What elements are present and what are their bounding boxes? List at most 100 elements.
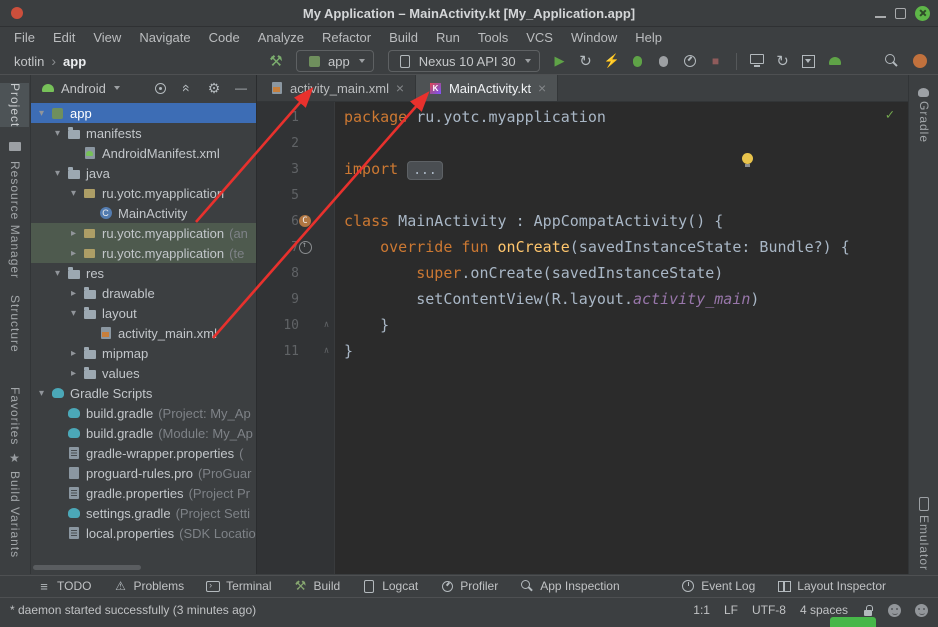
menu-window[interactable]: Window (562, 30, 626, 45)
tree-item-gradle-scripts[interactable]: ▾Gradle Scripts (31, 383, 256, 403)
code-line-7[interactable]: override fun onCreate(savedInstanceState… (344, 234, 908, 260)
code-line-9[interactable]: setContentView(R.layout.activity_main) (344, 286, 908, 312)
tree-item-proguard-rules-pro[interactable]: proguard-rules.pro(ProGuar (31, 463, 256, 483)
intention-bulb-icon[interactable] (742, 153, 753, 164)
tool-button-terminal[interactable]: Terminal (205, 578, 271, 594)
close-button[interactable] (915, 6, 930, 21)
override-gutter-icon[interactable] (299, 241, 312, 254)
folder-icon[interactable] (0, 137, 29, 155)
maximize-button[interactable] (895, 8, 906, 19)
chevron-right-icon[interactable]: ▸ (67, 228, 80, 239)
fold-marker-icon[interactable] (320, 346, 333, 356)
code-line-3[interactable]: import ... (344, 156, 908, 182)
code-area[interactable]: package ru.yotc.myapplication import ... c… (336, 102, 908, 574)
gear-icon[interactable] (206, 80, 222, 96)
build-hammer-icon[interactable] (264, 49, 288, 73)
gradle-icon[interactable] (909, 83, 938, 101)
menu-file[interactable]: File (5, 30, 44, 45)
menu-tools[interactable]: Tools (469, 30, 517, 45)
scrollbar-thumb[interactable] (33, 565, 141, 570)
class-gutter-icon[interactable] (299, 215, 311, 227)
tree-item-ru-yotc-myapplication[interactable]: ▸ru.yotc.myapplication(an (31, 223, 256, 243)
chevron-down-icon[interactable]: ▾ (67, 308, 80, 319)
chevron-down-icon[interactable]: ▾ (51, 268, 64, 279)
collapse-all-icon[interactable] (179, 80, 195, 96)
menu-analyze[interactable]: Analyze (249, 30, 313, 45)
debug-icon[interactable] (626, 49, 650, 73)
stripe-tab-gradle[interactable]: Gradle (909, 101, 938, 143)
title-bar[interactable]: My Application – MainActivity.kt [My_App… (0, 0, 938, 27)
sdk-manager-icon[interactable] (797, 49, 821, 73)
tree-item-java[interactable]: ▾java (31, 163, 256, 183)
tree-item-activity-main-xml[interactable]: activity_main.xml (31, 323, 256, 343)
fold-marker-icon[interactable] (320, 320, 333, 330)
menu-build[interactable]: Build (380, 30, 427, 45)
avd-manager-icon[interactable] (823, 49, 847, 73)
breadcrumb-module[interactable]: kotlin (14, 54, 44, 69)
stripe-tab-emulator[interactable]: Emulator (909, 515, 938, 571)
tool-button-profiler[interactable]: Profiler (439, 578, 498, 594)
menu-navigate[interactable]: Navigate (130, 30, 199, 45)
tool-button-build[interactable]: Build (293, 578, 341, 594)
tree-item-mipmap[interactable]: ▸mipmap (31, 343, 256, 363)
menu-refactor[interactable]: Refactor (313, 30, 380, 45)
tree-item-ru-yotc-myapplication[interactable]: ▸ru.yotc.myapplication(te (31, 243, 256, 263)
tree-item-manifests[interactable]: ▾manifests (31, 123, 256, 143)
caret-position[interactable]: 1:1 (693, 603, 710, 617)
apply-code-changes-icon[interactable] (600, 49, 624, 73)
attach-debugger-icon[interactable] (652, 49, 676, 73)
tool-button-layout-inspector[interactable]: Layout Inspector (776, 578, 886, 594)
code-line-10[interactable]: } (344, 312, 908, 338)
tab-activity-main-xml[interactable]: activity_main.xml (257, 75, 416, 101)
chevron-down-icon[interactable]: ▾ (35, 388, 48, 399)
chevron-right-icon[interactable]: ▸ (67, 288, 80, 299)
project-view-selector[interactable]: Android (61, 81, 106, 96)
stripe-tab-favorites[interactable]: Favorites (0, 387, 29, 445)
tool-button-event-log[interactable]: Event Log (680, 578, 755, 594)
code-line-11[interactable]: } (344, 338, 908, 364)
search-everywhere-icon[interactable] (880, 49, 904, 73)
tree-item-build-gradle[interactable]: build.gradle(Module: My_Ap (31, 423, 256, 443)
breadcrumb-app[interactable]: app (63, 54, 86, 69)
code-line-1[interactable]: package ru.yotc.myapplication (344, 104, 908, 130)
chevron-down-icon[interactable]: ▾ (67, 188, 80, 199)
stripe-tab-structure[interactable]: Structure (0, 295, 29, 353)
tree-item-values[interactable]: ▸values (31, 363, 256, 383)
tool-button-logcat[interactable]: Logcat (361, 578, 418, 594)
indent-setting[interactable]: 4 spaces (800, 603, 848, 617)
tree-item-app[interactable]: ▾app (31, 103, 256, 123)
tree-item-local-properties[interactable]: local.properties(SDK Locatio (31, 523, 256, 543)
stop-icon[interactable] (704, 49, 728, 73)
menu-code[interactable]: Code (200, 30, 249, 45)
run-config-dropdown[interactable]: app (296, 50, 374, 72)
ide-error-face-icon[interactable] (915, 604, 928, 617)
chevron-down-icon[interactable]: ▾ (51, 128, 64, 139)
tree-item-gradle-properties[interactable]: gradle.properties(Project Pr (31, 483, 256, 503)
emulator-phone-icon[interactable] (909, 495, 938, 513)
editor-body[interactable]: 123567891011 package ru.yotc.myapplicati… (257, 102, 908, 574)
tree-item-ru-yotc-myapplication[interactable]: ▾ru.yotc.myapplication (31, 183, 256, 203)
code-line-8[interactable]: super.onCreate(savedInstanceState) (344, 260, 908, 286)
run-icon[interactable] (548, 49, 572, 73)
profile-icon[interactable] (678, 49, 702, 73)
user-avatar-icon[interactable] (908, 49, 932, 73)
stripe-tab-build-variants[interactable]: Build Variants (0, 471, 29, 558)
chevron-right-icon[interactable]: ▸ (67, 368, 80, 379)
tree-item-layout[interactable]: ▾layout (31, 303, 256, 323)
chevron-down-icon[interactable]: ▾ (35, 108, 48, 119)
chevron-right-icon[interactable]: ▸ (67, 248, 80, 259)
tree-item-settings-gradle[interactable]: settings.gradle(Project Setti (31, 503, 256, 523)
apply-changes-icon[interactable] (574, 49, 598, 73)
tree-item-mainactivity[interactable]: MainActivity (31, 203, 256, 223)
code-line-6[interactable]: class MainActivity : AppCompatActivity()… (344, 208, 908, 234)
tool-button-problems[interactable]: Problems (112, 578, 184, 594)
tool-button-app-inspection[interactable]: App Inspection (519, 578, 619, 594)
line-separator[interactable]: LF (724, 603, 738, 617)
lock-icon[interactable] (862, 603, 874, 617)
tree-item-res[interactable]: ▾res (31, 263, 256, 283)
close-tab-icon[interactable] (537, 80, 547, 96)
stripe-tab-project[interactable]: Project (0, 83, 29, 127)
tree-item-build-gradle[interactable]: build.gradle(Project: My_Ap (31, 403, 256, 423)
device-manager-icon[interactable] (745, 49, 769, 73)
menu-vcs[interactable]: VCS (517, 30, 562, 45)
